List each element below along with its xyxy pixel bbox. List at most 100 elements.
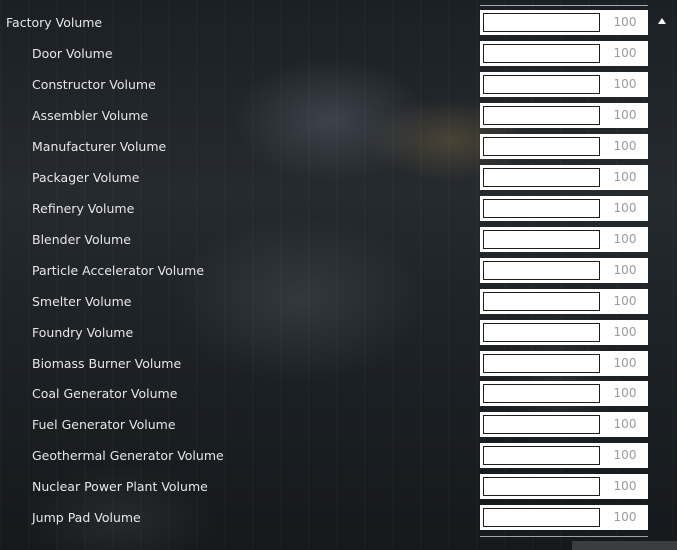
slider-track[interactable] <box>483 260 600 280</box>
slider-track[interactable] <box>483 229 600 249</box>
volume-row: Packager Volume 100 <box>0 162 677 193</box>
slider-value: 100 <box>602 41 648 66</box>
slider-fill <box>484 447 599 465</box>
factory-volume-label: Factory Volume <box>6 15 103 30</box>
volume-row: Foundry Volume 100 <box>0 317 677 348</box>
slider-track[interactable] <box>483 136 600 156</box>
slider-value: 100 <box>602 319 648 345</box>
volume-label: Particle Accelerator Volume <box>32 262 205 278</box>
factory-volume-row: Factory Volume 100 <box>0 7 677 38</box>
slider-track[interactable] <box>483 446 600 466</box>
slider-value: 100 <box>602 164 648 190</box>
volume-label: Smelter Volume <box>32 293 132 309</box>
slider-track[interactable] <box>483 477 600 497</box>
slider-fill <box>484 385 599 403</box>
slider-track[interactable] <box>483 198 600 218</box>
volume-row: Fuel Generator Volume 100 <box>0 409 677 440</box>
volume-slider[interactable]: 100 <box>480 443 648 469</box>
slider-value: 100 <box>602 195 648 221</box>
volume-slider[interactable]: 100 <box>480 412 648 438</box>
slider-fill <box>484 199 599 217</box>
slider-value: 100 <box>602 102 648 128</box>
slider-value: 100 <box>602 288 648 314</box>
slider-value: 100 <box>602 257 648 283</box>
slider-track[interactable] <box>483 44 600 63</box>
volume-slider[interactable]: 100 <box>480 381 648 407</box>
slider-fill <box>484 230 599 248</box>
volume-slider[interactable]: 100 <box>480 71 648 97</box>
volume-slider[interactable]: 100 <box>480 102 648 128</box>
slider-track[interactable] <box>483 415 600 435</box>
volume-slider[interactable]: 100 <box>480 41 648 66</box>
volume-slider[interactable]: 100 <box>480 133 648 159</box>
volume-label: Refinery Volume <box>32 200 135 216</box>
slider-fill <box>484 14 599 31</box>
volume-slider[interactable]: 100 <box>480 288 648 314</box>
volume-slider[interactable]: 100 <box>480 505 648 531</box>
volume-label: Coal Generator Volume <box>32 386 178 402</box>
volume-row: Jump Pad Volume 100 <box>0 502 677 533</box>
volume-slider[interactable]: 100 <box>480 226 648 252</box>
volume-row: Assembler Volume 100 <box>0 100 677 131</box>
volume-label: Nuclear Power Plant Volume <box>32 479 208 495</box>
volume-label: Door Volume <box>32 46 113 61</box>
volume-row: Constructor Volume 100 <box>0 69 677 100</box>
volume-label: Blender Volume <box>32 231 131 247</box>
top-divider <box>480 5 648 6</box>
slider-track[interactable] <box>483 167 600 187</box>
slider-value: 100 <box>602 133 648 159</box>
slider-value: 100 <box>602 71 648 97</box>
slider-fill <box>484 292 599 310</box>
volume-label: Fuel Generator Volume <box>32 417 176 433</box>
volume-row: Coal Generator Volume 100 <box>0 378 677 409</box>
volume-label: Foundry Volume <box>32 324 134 340</box>
slider-track[interactable] <box>483 291 600 311</box>
slider-fill <box>484 354 599 372</box>
slider-track[interactable] <box>483 508 600 528</box>
factory-volume-settings-panel: Factory Volume 100 Door Volume 100 Constru… <box>0 0 677 550</box>
volume-slider[interactable]: 100 <box>480 319 648 345</box>
volume-slider[interactable]: 100 <box>480 474 648 500</box>
volume-slider[interactable]: 100 <box>480 195 648 221</box>
volume-slider[interactable]: 100 <box>480 257 648 283</box>
slider-fill <box>484 106 599 124</box>
slider-fill <box>484 478 599 496</box>
volume-slider[interactable]: 100 <box>480 164 648 190</box>
slider-value: 100 <box>602 10 648 35</box>
volume-label: Biomass Burner Volume <box>32 355 182 371</box>
slider-fill <box>484 45 599 62</box>
volume-row: Door Volume 100 <box>0 38 677 69</box>
slider-track[interactable] <box>483 384 600 404</box>
slider-value: 100 <box>602 226 648 252</box>
slider-fill <box>484 416 599 434</box>
volume-label: Constructor Volume <box>32 76 156 92</box>
slider-fill <box>484 75 599 93</box>
slider-track[interactable] <box>483 13 600 32</box>
slider-value: 100 <box>602 474 648 500</box>
volume-row: Manufacturer Volume 100 <box>0 131 677 162</box>
volume-label: Manufacturer Volume <box>32 138 167 154</box>
volume-label: Geothermal Generator Volume <box>32 448 224 464</box>
slider-fill <box>484 168 599 186</box>
slider-value: 100 <box>602 412 648 438</box>
factory-volume-slider[interactable]: 100 <box>480 10 648 35</box>
slider-fill <box>484 323 599 341</box>
volume-slider[interactable]: 100 <box>480 350 648 376</box>
slider-track[interactable] <box>483 105 600 125</box>
volume-row: Nuclear Power Plant Volume 100 <box>0 471 677 502</box>
slider-track[interactable] <box>483 322 600 342</box>
slider-fill <box>484 261 599 279</box>
slider-track[interactable] <box>483 353 600 373</box>
slider-value: 100 <box>602 505 648 531</box>
volume-label: Assembler Volume <box>32 107 149 123</box>
volume-label: Packager Volume <box>32 169 140 185</box>
volume-row: Refinery Volume 100 <box>0 193 677 224</box>
volume-label: Jump Pad Volume <box>32 510 141 526</box>
collapse-triangle-icon[interactable] <box>658 18 666 24</box>
volume-row: Smelter Volume 100 <box>0 286 677 317</box>
slider-track[interactable] <box>483 74 600 94</box>
slider-value: 100 <box>602 443 648 469</box>
bottom-bar <box>572 541 677 550</box>
slider-value: 100 <box>602 350 648 376</box>
volume-row: Blender Volume 100 <box>0 224 677 255</box>
